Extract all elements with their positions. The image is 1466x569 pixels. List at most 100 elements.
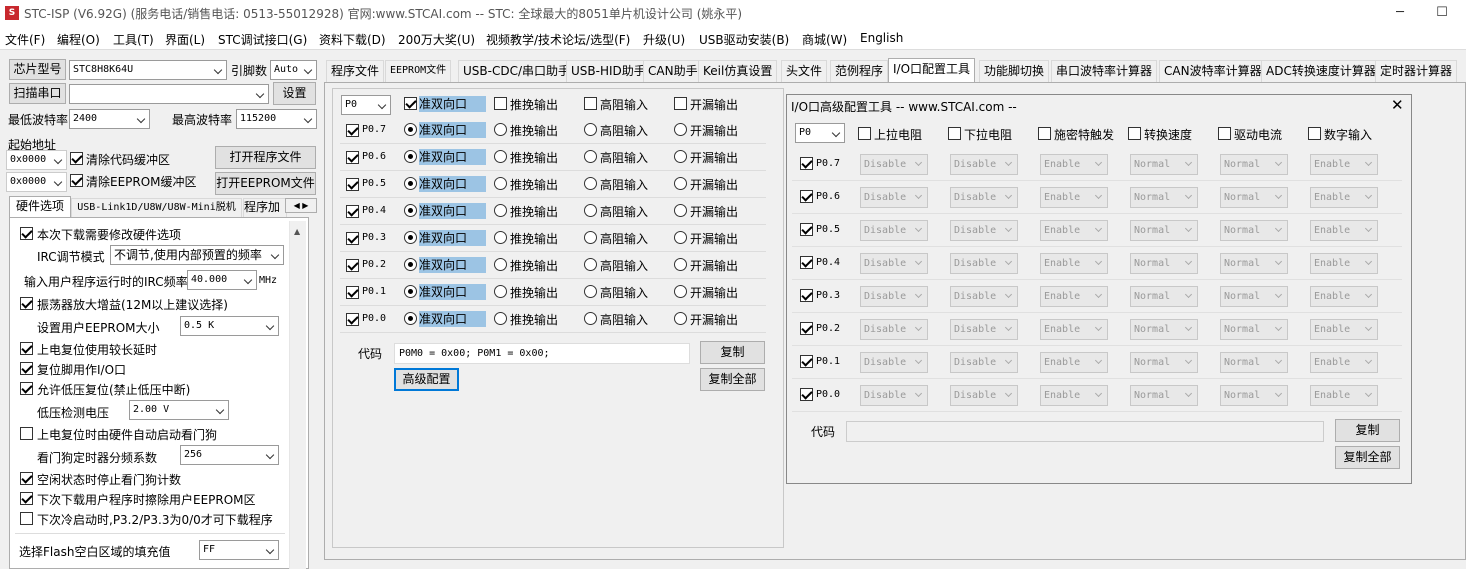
tab-usb-hid[interactable]: USB-HID助手 bbox=[566, 60, 651, 82]
dialog-setting-select[interactable]: Enable bbox=[1040, 187, 1108, 208]
dialog-setting-select[interactable]: Normal bbox=[1130, 319, 1198, 340]
options-scrollbar[interactable]: ▲ bbox=[289, 221, 306, 569]
dialog-pin-checkbox[interactable] bbox=[800, 256, 813, 269]
header-digital-input-checkbox[interactable] bbox=[1308, 127, 1321, 140]
min-baud-select[interactable]: 2400 bbox=[69, 109, 150, 129]
dialog-setting-select[interactable]: Disable bbox=[950, 187, 1018, 208]
dialog-setting-select[interactable]: Disable bbox=[950, 220, 1018, 241]
dialog-setting-select[interactable]: Normal bbox=[1220, 286, 1288, 307]
por-delay-checkbox[interactable] bbox=[20, 342, 33, 355]
dialog-setting-select[interactable]: Disable bbox=[860, 385, 928, 406]
tab-io-config[interactable]: I/O口配置工具 bbox=[888, 58, 976, 82]
header-schmitt-checkbox[interactable] bbox=[1038, 127, 1051, 140]
menu-shop[interactable]: 商城(W) bbox=[802, 31, 847, 48]
tab-adc-speed-calc[interactable]: ADC转换速度计算器 bbox=[1261, 60, 1381, 82]
header-pulldown-checkbox[interactable] bbox=[948, 127, 961, 140]
tab-timer-calc[interactable]: 定时器计算器 bbox=[1375, 60, 1458, 82]
dialog-setting-select[interactable]: Disable bbox=[950, 352, 1018, 373]
minimize-button[interactable]: ─ bbox=[1380, 2, 1420, 26]
dialog-setting-select[interactable]: Normal bbox=[1130, 352, 1198, 373]
dialog-setting-select[interactable]: Enable bbox=[1310, 253, 1378, 274]
dialog-setting-select[interactable]: Disable bbox=[860, 352, 928, 373]
pin-opendrain-radio[interactable] bbox=[674, 177, 687, 190]
dialog-pin-checkbox[interactable] bbox=[800, 355, 813, 368]
all-bidir-checkbox[interactable] bbox=[404, 97, 417, 110]
wdt-div-select[interactable]: 256 bbox=[180, 445, 279, 465]
dialog-setting-select[interactable]: Enable bbox=[1310, 319, 1378, 340]
pin-bidir-radio[interactable] bbox=[404, 285, 417, 298]
tab-examples[interactable]: 范例程序 bbox=[830, 60, 889, 82]
dialog-setting-select[interactable]: Disable bbox=[860, 154, 928, 175]
dialog-setting-select[interactable]: Normal bbox=[1130, 385, 1198, 406]
dialog-setting-select[interactable]: Enable bbox=[1310, 187, 1378, 208]
header-drive-current-checkbox[interactable] bbox=[1218, 127, 1231, 140]
pin-opendrain-radio[interactable] bbox=[674, 231, 687, 244]
dialog-setting-select[interactable]: Normal bbox=[1130, 154, 1198, 175]
dialog-setting-select[interactable]: Disable bbox=[860, 220, 928, 241]
tab-program-file[interactable]: 程序文件 bbox=[326, 60, 385, 82]
max-baud-select[interactable]: 115200 bbox=[236, 109, 317, 129]
pin-highz-radio[interactable] bbox=[584, 204, 597, 217]
dialog-pin-checkbox[interactable] bbox=[800, 157, 813, 170]
dialog-setting-select[interactable]: Normal bbox=[1130, 286, 1198, 307]
dialog-setting-select[interactable]: Enable bbox=[1040, 286, 1108, 307]
dialog-setting-select[interactable]: Normal bbox=[1130, 187, 1198, 208]
code-address-input[interactable]: 0x0000 bbox=[6, 150, 67, 170]
dialog-setting-select[interactable]: Normal bbox=[1130, 253, 1198, 274]
tab-pin-switch[interactable]: 功能脚切换 bbox=[979, 60, 1050, 82]
dialog-setting-select[interactable]: Enable bbox=[1310, 385, 1378, 406]
dialog-setting-select[interactable]: Disable bbox=[950, 319, 1018, 340]
tab-uart-baud-calc[interactable]: 串口波特率计算器 bbox=[1051, 60, 1158, 82]
close-icon[interactable]: ✕ bbox=[1391, 96, 1404, 114]
port-select[interactable] bbox=[69, 84, 269, 104]
pin-enable-checkbox[interactable] bbox=[346, 124, 359, 137]
tab-can-baud-calc[interactable]: CAN波特率计算器 bbox=[1159, 60, 1267, 82]
pin-highz-radio[interactable] bbox=[584, 312, 597, 325]
tab-usb-cdc[interactable]: USB-CDC/串口助手 bbox=[458, 60, 576, 82]
pin-opendrain-radio[interactable] bbox=[674, 150, 687, 163]
pin-highz-radio[interactable] bbox=[584, 231, 597, 244]
dialog-setting-select[interactable]: Enable bbox=[1040, 253, 1108, 274]
dialog-setting-select[interactable]: Enable bbox=[1310, 352, 1378, 373]
dialog-code-output[interactable] bbox=[846, 421, 1324, 442]
osc-gain-checkbox[interactable] bbox=[20, 297, 33, 310]
dialog-pin-checkbox[interactable] bbox=[800, 388, 813, 401]
erase-eeprom-checkbox[interactable] bbox=[20, 492, 33, 505]
eeprom-size-select[interactable]: 0.5 K bbox=[180, 316, 279, 336]
menu-video[interactable]: 视频教学/技术论坛/选型(F) bbox=[486, 31, 630, 48]
pin-bidir-radio[interactable] bbox=[404, 258, 417, 271]
menu-upgrade[interactable]: 升级(U) bbox=[643, 31, 685, 48]
lvd-select[interactable]: 2.00 V bbox=[129, 400, 229, 420]
dialog-setting-select[interactable]: Enable bbox=[1040, 352, 1108, 373]
pin-pushpull-radio[interactable] bbox=[494, 150, 507, 163]
dialog-setting-select[interactable]: Disable bbox=[860, 187, 928, 208]
dialog-setting-select[interactable]: Enable bbox=[1040, 154, 1108, 175]
dialog-setting-select[interactable]: Enable bbox=[1040, 319, 1108, 340]
pin-enable-checkbox[interactable] bbox=[346, 286, 359, 299]
menu-download[interactable]: 资料下载(D) bbox=[319, 31, 386, 48]
subtab-program[interactable]: 程序加 bbox=[243, 198, 287, 217]
dialog-pin-checkbox[interactable] bbox=[800, 223, 813, 236]
menu-usb-driver[interactable]: USB驱动安装(B) bbox=[699, 31, 789, 48]
dialog-setting-select[interactable]: Disable bbox=[860, 319, 928, 340]
pin-highz-radio[interactable] bbox=[584, 177, 597, 190]
pin-enable-checkbox[interactable] bbox=[346, 232, 359, 245]
dialog-copy-button[interactable]: 复制 bbox=[1335, 419, 1400, 442]
dialog-setting-select[interactable]: Normal bbox=[1220, 154, 1288, 175]
settings-button[interactable]: 设置 bbox=[273, 82, 316, 105]
dialog-copy-all-button[interactable]: 复制全部 bbox=[1335, 446, 1400, 469]
clear-eeprom-checkbox[interactable] bbox=[70, 174, 83, 187]
menu-program[interactable]: 编程(O) bbox=[57, 31, 100, 48]
menu-english[interactable]: English bbox=[860, 31, 903, 45]
reset-pin-io-checkbox[interactable] bbox=[20, 362, 33, 375]
dialog-pin-checkbox[interactable] bbox=[800, 322, 813, 335]
menu-tools[interactable]: 工具(T) bbox=[113, 31, 154, 48]
pin-pushpull-radio[interactable] bbox=[494, 177, 507, 190]
open-eeprom-file-button[interactable]: 打开EEPROM文件 bbox=[215, 172, 316, 195]
cold-boot-checkbox[interactable] bbox=[20, 512, 33, 525]
dialog-setting-select[interactable]: Disable bbox=[860, 253, 928, 274]
tab-keil[interactable]: Keil仿真设置 bbox=[698, 60, 778, 82]
all-opendrain-checkbox[interactable] bbox=[674, 97, 687, 110]
dialog-setting-select[interactable]: Enable bbox=[1310, 154, 1378, 175]
io-port-select[interactable]: P0 bbox=[341, 95, 391, 115]
